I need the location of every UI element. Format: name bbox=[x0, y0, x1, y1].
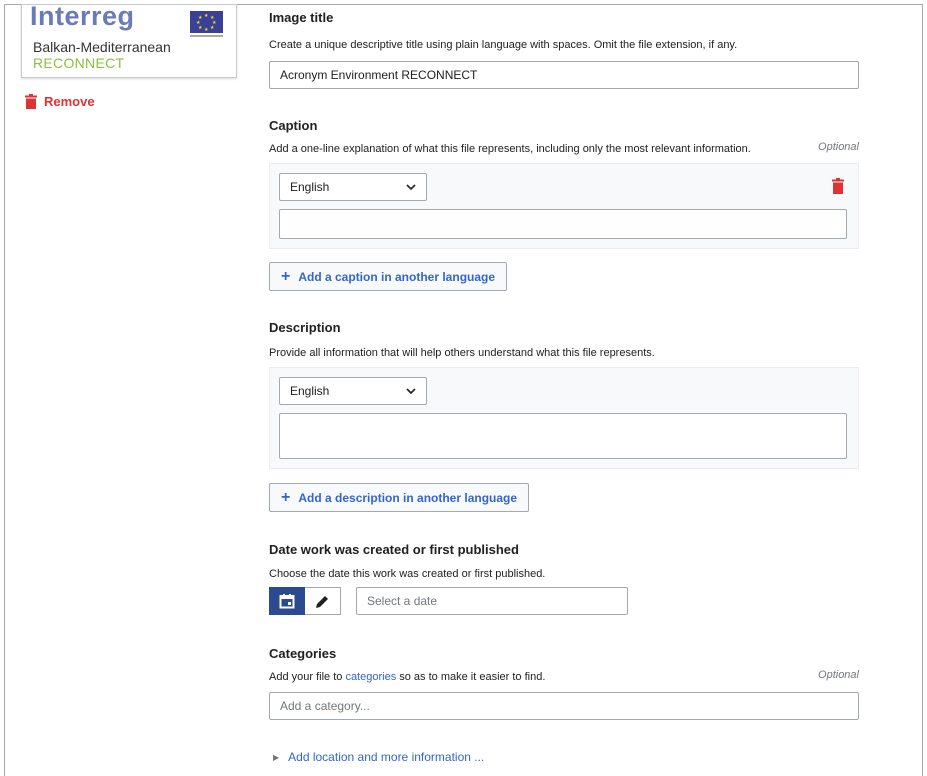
pencil-icon bbox=[316, 595, 328, 608]
caption-panel: English bbox=[269, 163, 859, 249]
add-description-language-button[interactable]: + Add a description in another language bbox=[269, 483, 530, 512]
description-help: Provide all information that will help o… bbox=[269, 347, 655, 359]
description-language-value: English bbox=[290, 384, 330, 398]
caption-delete-trash-icon[interactable] bbox=[832, 178, 844, 194]
remove-label: Remove bbox=[44, 94, 95, 109]
add-description-language-label: Add a description in another language bbox=[298, 490, 518, 505]
caption-input[interactable] bbox=[279, 209, 847, 239]
category-input[interactable]: Add a category... bbox=[269, 692, 859, 720]
image-title-label: Image title bbox=[269, 10, 334, 25]
eu-flag-caption-line bbox=[190, 35, 223, 37]
eu-flag-icon: ★ ★ ★ ★ ★ ★ ★ ★ bbox=[190, 11, 223, 33]
triangle-right-icon: ▶ bbox=[273, 752, 280, 762]
add-location-more-info-label: Add location and more information ... bbox=[288, 750, 485, 764]
chevron-down-icon bbox=[406, 388, 416, 395]
image-thumbnail: Interreg ★ ★ ★ ★ ★ ★ ★ ★ Balkan-Mediterr… bbox=[21, 4, 237, 78]
caption-help: Add a one-line explanation of what this … bbox=[269, 143, 751, 155]
add-caption-language-label: Add a caption in another language bbox=[298, 269, 496, 284]
categories-help: Add your file to categories so as to mak… bbox=[269, 671, 545, 683]
caption-optional: Optional bbox=[818, 141, 859, 153]
calendar-mode-button[interactable] bbox=[269, 587, 305, 615]
description-label: Description bbox=[269, 320, 341, 335]
caption-label: Caption bbox=[269, 118, 318, 133]
plus-icon: + bbox=[281, 267, 291, 285]
categories-link[interactable]: categories bbox=[345, 671, 396, 683]
date-mode-toggle bbox=[269, 587, 341, 615]
thumbnail-brand: Interreg bbox=[30, 4, 135, 31]
plus-icon: + bbox=[281, 488, 291, 506]
chevron-down-icon bbox=[406, 184, 416, 191]
calendar-icon bbox=[279, 594, 295, 609]
image-title-help: Create a unique descriptive title using … bbox=[269, 39, 738, 51]
thumbnail-subtitle: Balkan-Mediterranean bbox=[33, 39, 171, 55]
add-caption-language-button[interactable]: + Add a caption in another language bbox=[269, 262, 508, 291]
categories-help-text-before: Add your file to bbox=[269, 671, 346, 683]
remove-button[interactable]: Remove bbox=[25, 94, 95, 109]
trash-icon bbox=[25, 94, 37, 109]
date-input[interactable]: Select a date bbox=[356, 587, 628, 615]
thumbnail-program: RECONNECT bbox=[33, 55, 125, 71]
categories-label: Categories bbox=[269, 646, 337, 661]
add-location-more-info-toggle[interactable]: ▶ Add location and more information ... bbox=[273, 750, 484, 764]
caption-language-select[interactable]: English bbox=[279, 173, 427, 201]
image-title-input[interactable]: Acronym Environment RECONNECT bbox=[269, 61, 859, 89]
date-help: Choose the date this work was created or… bbox=[269, 568, 546, 580]
categories-optional: Optional bbox=[818, 669, 859, 681]
caption-language-value: English bbox=[290, 180, 330, 194]
date-label: Date work was created or first published bbox=[269, 542, 519, 557]
description-textarea[interactable] bbox=[279, 413, 847, 459]
description-panel: English bbox=[269, 367, 859, 469]
description-language-select[interactable]: English bbox=[279, 377, 427, 405]
manual-entry-button[interactable] bbox=[305, 587, 341, 615]
categories-help-text-after: so as to make it easier to find. bbox=[396, 671, 546, 683]
